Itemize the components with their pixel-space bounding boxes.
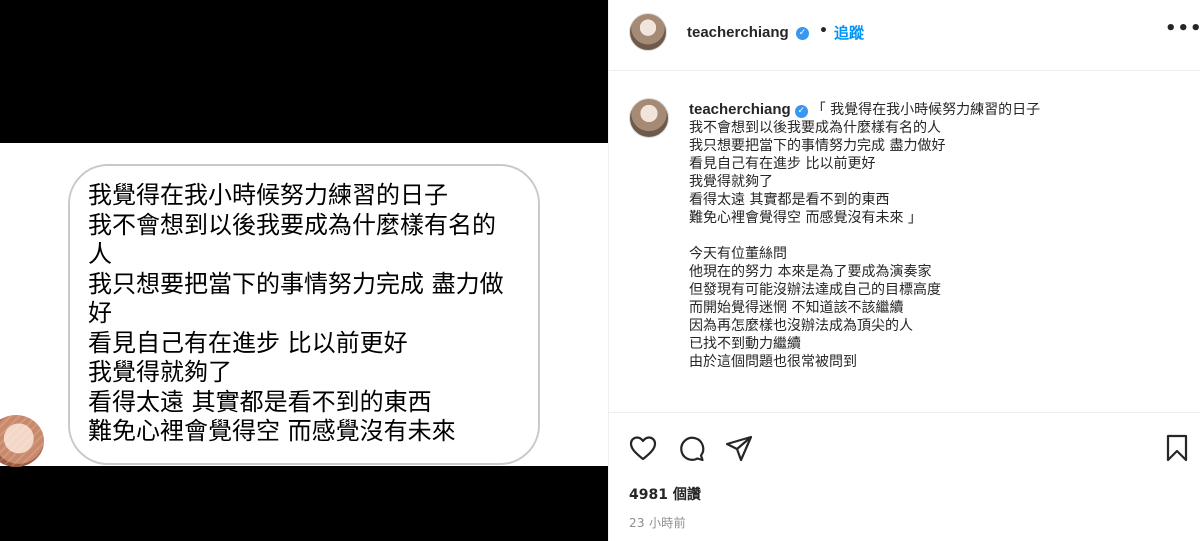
follow-button[interactable]: 追蹤 bbox=[834, 22, 864, 43]
caption-line: 因為再怎麼樣也沒辦法成為頂尖的人 bbox=[689, 318, 913, 334]
action-bar: 4981 個讚 23 小時前 bbox=[609, 412, 1200, 541]
caption-line: 但發現有可能沒辦法達成自己的目標高度 bbox=[689, 282, 941, 298]
caption-line: 今天有位董絲問 bbox=[689, 246, 787, 262]
bubble-line: 我覺得在我小時候努力練習的日子 bbox=[88, 181, 448, 209]
avatar[interactable] bbox=[629, 13, 667, 51]
post-panel: teacherchiang ✓ • 追蹤 ••• teacherchiang ✓ 「… bbox=[608, 0, 1200, 541]
comment-icon[interactable] bbox=[676, 433, 706, 463]
caption-text: teacherchiang ✓ 「 我覺得在我小時候努力練習的日子 我不會想到以後我… bbox=[689, 101, 1179, 371]
caption-line: 他現在的努力 本來是為了要成為演奏家 bbox=[689, 264, 932, 280]
caption-line: 我覺得就夠了 bbox=[689, 174, 773, 190]
caption-line: 我只想要把當下的事情努力完成 盡力做好 bbox=[689, 138, 946, 154]
post-timestamp[interactable]: 23 小時前 bbox=[629, 514, 686, 531]
bubble-line: 我只想要把當下的事情努力完成 盡力做 bbox=[88, 269, 504, 298]
post-header: teacherchiang ✓ • 追蹤 ••• bbox=[609, 0, 1200, 71]
header-username[interactable]: teacherchiang bbox=[687, 24, 789, 41]
bookmark-icon[interactable] bbox=[1162, 433, 1192, 463]
caption-line: 看得太遠 其實都是看不到的東西 bbox=[689, 192, 890, 208]
media-image: 我覺得在我小時候努力練習的日子 我不會想到以後我要成為什麼樣有名的 人 我只想要… bbox=[0, 143, 608, 467]
bubble-line: 我覺得就夠了 bbox=[88, 358, 232, 386]
bubble-line: 看見自己有在進步 比以前更好 bbox=[88, 328, 408, 357]
separator-dot: • bbox=[819, 23, 828, 39]
caption-line: 看見自己有在進步 比以前更好 bbox=[689, 156, 876, 172]
post-media[interactable]: 我覺得在我小時候努力練習的日子 我不會想到以後我要成為什麼樣有名的 人 我只想要… bbox=[0, 0, 608, 541]
caption-line: 已找不到動力繼續 bbox=[689, 336, 801, 352]
media-avatar-photo bbox=[0, 415, 44, 467]
bubble-line: 人 bbox=[88, 240, 112, 268]
caption-line: teacherchiang ✓ 「 我覺得在我小時候努力練習的日子 bbox=[689, 101, 1179, 119]
caption-username[interactable]: teacherchiang bbox=[689, 101, 791, 118]
more-options-icon[interactable]: ••• bbox=[1165, 18, 1200, 39]
caption-line: 而開始覺得迷惘 不知道該不該繼續 bbox=[689, 300, 904, 316]
text-bubble: 我覺得在我小時候努力練習的日子 我不會想到以後我要成為什麼樣有名的 人 我只想要… bbox=[68, 164, 540, 465]
caption-line: 我不會想到以後我要成為什麼樣有名的人 bbox=[689, 120, 941, 136]
bubble-line: 我不會想到以後我要成為什麼樣有名的 bbox=[88, 210, 496, 239]
share-icon[interactable] bbox=[724, 433, 754, 463]
bubble-line: 好 bbox=[88, 299, 112, 327]
verified-icon: ✓ bbox=[796, 27, 809, 40]
like-count[interactable]: 4981 個讚 bbox=[629, 484, 701, 504]
caption-line: 難免心裡會覺得空 而感覺沒有未來 」 bbox=[689, 210, 922, 226]
verified-icon: ✓ bbox=[794, 105, 808, 118]
bubble-line: 難免心裡會覺得空 而感覺沒有未來 bbox=[88, 417, 456, 445]
caption-line-text: 「 我覺得在我小時候努力練習的日子 bbox=[811, 102, 1041, 118]
caption-line: 由於這個問題也很常被問到 bbox=[689, 354, 857, 370]
like-icon[interactable] bbox=[628, 433, 658, 463]
caption-avatar[interactable] bbox=[629, 98, 669, 138]
caption-line bbox=[689, 227, 1179, 245]
bubble-line: 看得太遠 其實都是看不到的東西 bbox=[88, 387, 432, 416]
caption-area[interactable]: teacherchiang ✓ 「 我覺得在我小時候努力練習的日子 我不會想到以後我… bbox=[609, 72, 1200, 412]
